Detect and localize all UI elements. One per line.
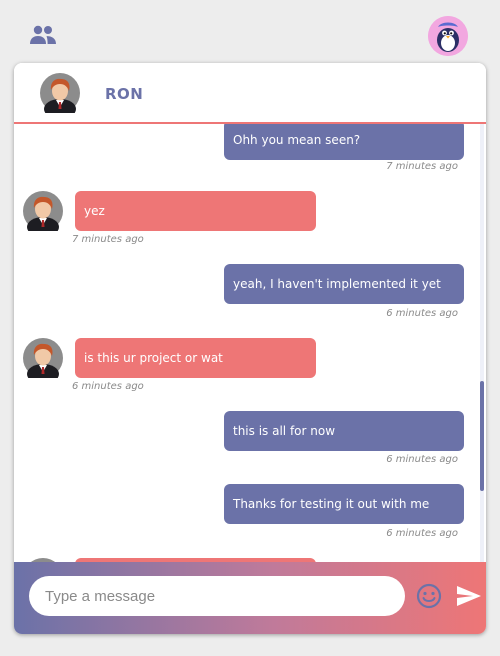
message-bubble-incoming: is this ur project or wat <box>75 338 316 378</box>
emoji-icon[interactable] <box>416 583 442 609</box>
people-icon[interactable] <box>29 25 57 45</box>
scrollbar-thumb[interactable] <box>480 381 484 491</box>
message-bubble-outgoing: Ohh you mean seen? <box>224 124 464 160</box>
message-timestamp: 7 minutes ago <box>72 234 144 245</box>
penguin-avatar-icon <box>428 16 468 56</box>
message-timestamp: 6 minutes ago <box>386 528 458 539</box>
message-bubble-outgoing: this is all for now <box>224 411 464 451</box>
message-input[interactable] <box>29 576 405 616</box>
message-bubble-outgoing: Thanks for testing it out with me <box>224 484 464 524</box>
message-bubble-incoming: yez <box>75 191 316 231</box>
chat-window: RON Ohh you mean seen? 7 minutes ago yez… <box>14 63 486 634</box>
contact-avatar <box>23 191 63 231</box>
message-timestamp: 7 minutes ago <box>386 161 458 172</box>
contact-avatar <box>23 338 63 378</box>
top-bar <box>0 0 500 64</box>
message-list[interactable]: Ohh you mean seen? 7 minutes ago yez 7 m… <box>14 124 480 564</box>
message-bubble-outgoing: yeah, I haven't implemented it yet <box>224 264 464 304</box>
message-timestamp: 6 minutes ago <box>72 381 144 392</box>
message-timestamp: 6 minutes ago <box>386 308 458 319</box>
message-timestamp: 6 minutes ago <box>386 454 458 465</box>
send-icon[interactable] <box>456 585 482 607</box>
chat-header: RON <box>14 63 486 124</box>
contact-avatar[interactable] <box>40 73 80 113</box>
scrollbar-track[interactable] <box>480 124 484 564</box>
user-avatar[interactable] <box>428 16 468 56</box>
message-composer <box>14 562 486 634</box>
contact-name: RON <box>105 85 144 103</box>
